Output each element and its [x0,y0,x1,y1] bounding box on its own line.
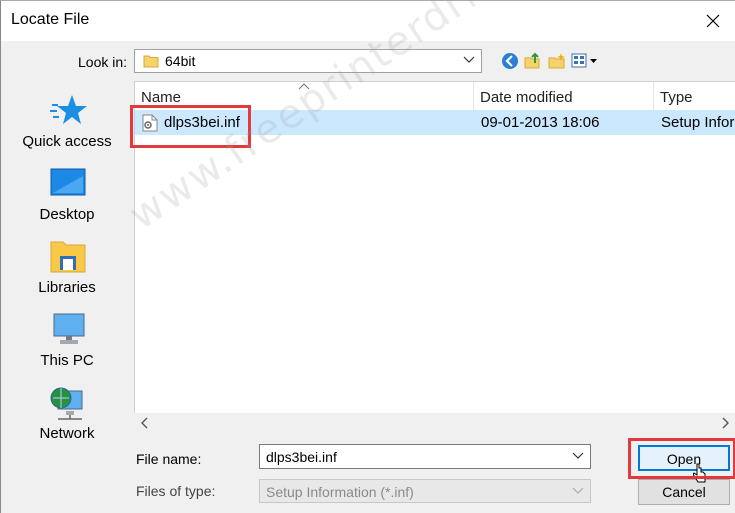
column-header-type[interactable]: Type [654,82,735,110]
close-button[interactable] [690,1,735,41]
star-icon [50,95,87,124]
view-menu-button[interactable] [570,50,600,72]
look-in-label: Look in: [78,54,128,70]
place-quick-access[interactable]: Quick access [2,93,132,163]
locate-file-dialog: Locate File Look in: 64bit Quick access … [0,0,735,513]
scroll-left-icon[interactable] [140,417,148,429]
computer-icon [53,313,85,344]
chevron-down-icon [572,487,584,494]
chevron-down-icon [463,56,475,63]
file-type-value: Setup Information (*.inf) [266,484,414,500]
scroll-right-icon[interactable] [722,417,730,429]
file-name-input[interactable]: dlps3bei.inf [259,444,591,469]
file-type-cell: Setup Inforn [661,114,735,131]
place-label: Desktop [39,206,95,223]
file-date-cell: 09-01-2013 18:06 [481,114,600,131]
dialog-title: Locate File [11,11,90,28]
title-bar: Locate File [1,1,735,41]
horizontal-scrollbar[interactable] [134,413,735,433]
look-in-dropdown[interactable]: 64bit [134,49,482,73]
up-folder-icon [524,52,540,69]
file-name-value: dlps3bei.inf [266,449,337,465]
new-folder-icon [548,53,565,69]
place-label: Libraries [38,279,96,296]
new-folder-button[interactable] [546,50,568,72]
chevron-down-icon[interactable] [572,452,584,460]
file-type-label: Files of type: [136,483,216,499]
network-icon [50,387,83,420]
place-label: This PC [40,352,94,369]
file-type-dropdown[interactable]: Setup Information (*.inf) [259,479,591,503]
back-arrow-icon [502,53,518,69]
place-this-pc[interactable]: This PC [2,312,132,382]
place-label: Quick access [22,133,112,150]
file-highlight-box [130,105,251,148]
sort-ascending-icon [298,83,310,90]
place-label: Network [39,425,95,442]
look-in-value: 64bit [165,53,196,69]
open-highlight-box [628,438,735,479]
close-icon [706,14,720,28]
back-button[interactable] [499,50,521,72]
file-name-label: File name: [136,451,202,467]
places-bar: Quick access Desktop Libraries This PC N… [2,81,132,451]
up-folder-button[interactable] [522,50,544,72]
folder-icon [143,55,159,68]
place-libraries[interactable]: Libraries [2,239,132,309]
view-menu-icon [571,53,597,68]
libraries-icon [50,241,86,273]
desktop-icon [50,168,86,196]
cancel-button[interactable]: Cancel [638,479,730,505]
column-header-date-modified[interactable]: Date modified [474,82,654,110]
place-desktop[interactable]: Desktop [2,166,132,236]
place-network[interactable]: Network [2,385,132,455]
